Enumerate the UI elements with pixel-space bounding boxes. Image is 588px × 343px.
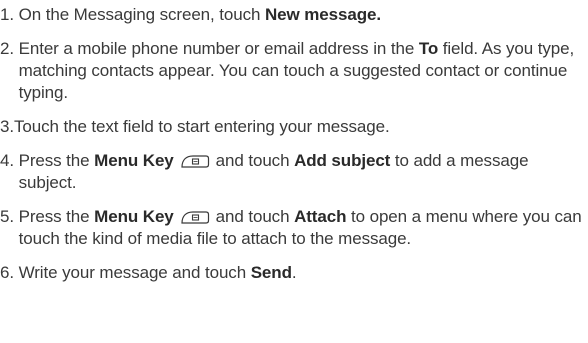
step-3: 3. Touch the text field to start enterin… [0,116,586,138]
step-1: 1. On the Messaging screen, touch New me… [0,4,586,26]
menu-key-label: Menu Key [94,151,174,170]
new-message-label: New message. [264,5,381,24]
step-text: Press the Menu Key and touch Add subject … [18,151,529,192]
step-5: 5. Press the Menu Key and touch Attach to… [0,206,586,250]
step-text: Touch the text field to start entering y… [13,117,390,136]
step-2: 2. Enter a mobile phone number or email … [0,38,586,104]
attach-label: Attach [294,207,347,226]
menu-key-icon [181,155,209,168]
step-text: Enter a mobile phone number or email add… [18,39,575,102]
step-4: 4. Press the Menu Key and touch Add subje… [0,150,586,194]
step-text: Write your message and touch Send. [18,263,297,282]
step-number: 1. [0,5,14,24]
step-text: Press the Menu Key and touch Attach to op… [18,207,582,248]
menu-key-label: Menu Key [94,207,174,226]
step-number: 5. [0,207,14,226]
step-number: 2. [0,39,14,58]
menu-key-icon [181,211,209,224]
step-6: 6. Write your message and touch Send. [0,262,586,284]
instruction-list: 1. On the Messaging screen, touch New me… [0,4,586,284]
step-text: On the Messaging screen, touch New messa… [18,5,381,24]
step-number: 4. [0,151,14,170]
step-number: 6. [0,263,14,282]
send-label: Send [250,263,292,282]
add-subject-label: Add subject [294,151,391,170]
step-number: 3. [0,117,14,136]
to-field-label: To [418,39,439,58]
